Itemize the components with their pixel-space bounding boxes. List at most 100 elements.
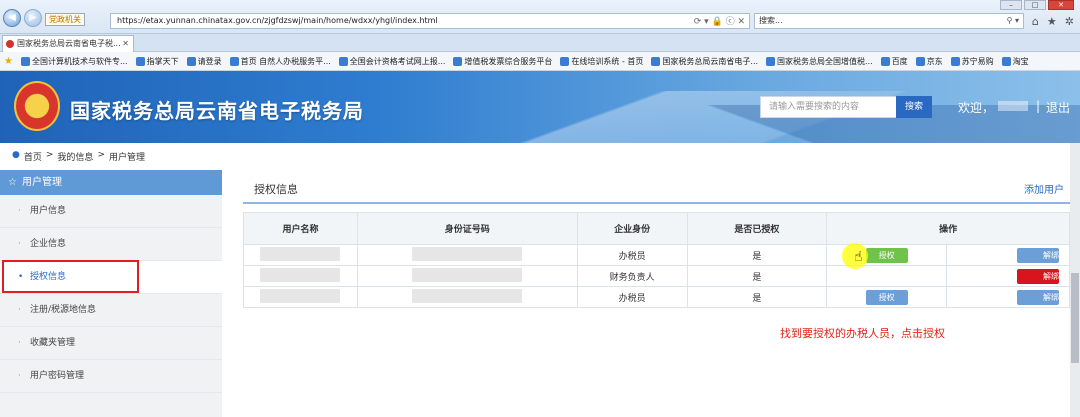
favorite-link[interactable]: 指掌天下 <box>135 56 179 67</box>
favorite-link[interactable]: 百度 <box>880 56 908 67</box>
page-scrollbar[interactable] <box>1070 143 1080 417</box>
site-icon <box>651 56 661 66</box>
scrollbar-thumb[interactable] <box>1071 273 1079 363</box>
column-header: 是否已授权 <box>686 212 828 245</box>
breadcrumb-home[interactable]: 首页 <box>24 150 42 163</box>
minimize-icon[interactable]: – <box>1000 0 1022 10</box>
sidebar-item-registration-info[interactable]: · 注册/税源地信息 <box>0 294 222 327</box>
favorite-link[interactable]: 在线培训系统 - 首页 <box>560 56 643 67</box>
site-icon <box>453 56 463 66</box>
star-icon: ☆ <box>8 177 17 188</box>
bullet-icon: · <box>18 206 21 216</box>
location-pin-icon: ● <box>12 150 20 160</box>
favorite-link[interactable]: 苏宁易购 <box>950 56 994 67</box>
tab-close-icon[interactable]: ✕ <box>122 36 129 51</box>
browser-tab-strip: 国家税务总局云南省电子税... ✕ <box>0 34 1080 52</box>
browser-tab[interactable]: 国家税务总局云南省电子税... ✕ <box>2 35 134 52</box>
authorize-button[interactable]: 授权 <box>865 247 908 263</box>
favorite-link[interactable]: 全国计算机技术与软件专... <box>20 56 128 67</box>
favorite-link[interactable]: 淘宝 <box>1001 56 1029 67</box>
column-header: 身份证号码 <box>356 212 578 245</box>
browser-search-placeholder: 搜索... <box>759 16 783 25</box>
site-icon <box>880 56 890 66</box>
redacted-name <box>260 267 341 282</box>
favorite-link[interactable]: 国家税务总局全国增值税... <box>766 56 873 67</box>
search-icon[interactable]: ⚲ ▾ <box>1007 14 1019 28</box>
id-number-cell <box>356 244 578 266</box>
tax-emblem-logo <box>14 81 60 131</box>
favorite-link[interactable]: 增值税发票综合服务平台 <box>453 56 552 67</box>
bullet-icon: · <box>18 305 21 315</box>
site-header: 国家税务总局云南省电子税务局 请输入需要搜索的内容 搜索 欢迎， | 退出 <box>0 71 1080 143</box>
action-cell <box>826 265 948 287</box>
favorites-star-icon[interactable]: ★ <box>1047 15 1057 28</box>
redacted-id <box>412 288 523 303</box>
sidebar-heading[interactable]: ☆ 用户管理 <box>0 170 222 195</box>
username-redacted <box>998 101 1028 111</box>
sidebar-item-user-info[interactable]: · 用户信息 <box>0 195 222 228</box>
back-icon[interactable]: ◀ <box>3 9 21 27</box>
maximize-icon[interactable]: □ <box>1024 0 1046 10</box>
sidebar-item-enterprise-info[interactable]: · 企业信息 <box>0 228 222 261</box>
logout-link[interactable]: 退出 <box>1046 99 1070 116</box>
user-name-cell <box>243 265 358 287</box>
instruction-annotation: 找到要授权的办税人员，点击授权 <box>780 327 945 340</box>
refresh-icon[interactable]: ⟳ ▾ 🔒 ⓒ ✕ <box>694 15 745 29</box>
settings-gear-icon[interactable]: ✲ <box>1065 15 1074 28</box>
site-icon <box>950 56 960 66</box>
breadcrumb-my-info[interactable]: 我的信息 <box>57 150 93 163</box>
breadcrumb: ● 首页 > 我的信息 > 用户管理 <box>12 150 145 163</box>
header-separator: | <box>1036 99 1041 113</box>
sidebar: ☆ 用户管理 · 用户信息 · 企业信息 • 授权信息 · 注册/税源地信息 · 收藏夹管理… <box>0 170 222 417</box>
site-icon <box>20 56 30 66</box>
favorite-link[interactable]: 京东 <box>915 56 943 67</box>
unbind-button[interactable]: 解绑 <box>1017 268 1059 284</box>
unbind-cell: 解绑 <box>946 244 1070 266</box>
favorites-star-icon[interactable]: ★ <box>4 56 13 67</box>
unbind-button[interactable]: 解绑 <box>1017 247 1059 263</box>
close-icon[interactable]: ✕ <box>1048 0 1074 10</box>
authorized-cell: 是 <box>686 244 828 266</box>
tab-title: 国家税务总局云南省电子税... <box>17 39 121 48</box>
site-icon <box>766 56 776 66</box>
site-search-input[interactable]: 请输入需要搜索的内容 <box>760 96 900 118</box>
unbind-cell: 解绑 <box>946 286 1070 308</box>
site-icon <box>915 56 925 66</box>
site-title: 国家税务总局云南省电子税务局 <box>70 99 364 123</box>
browser-search-input[interactable]: 搜索... ⚲ ▾ <box>754 13 1024 29</box>
site-search-button[interactable]: 搜索 <box>896 96 932 118</box>
bullet-icon: · <box>18 371 21 381</box>
role-cell: 办税员 <box>576 244 688 266</box>
authorized-cell: 是 <box>686 265 828 287</box>
add-user-link[interactable]: 添加用户 <box>1024 181 1064 196</box>
redacted-name <box>260 288 341 303</box>
action-cell: 授权 <box>826 286 948 308</box>
site-icon <box>560 56 570 66</box>
favorite-link[interactable]: 国家税务总局云南省电子... <box>651 56 758 67</box>
window-controls: – □ ✕ <box>1000 0 1074 10</box>
table-row: 财务负责人 是 解绑 <box>243 265 1070 287</box>
unbind-button[interactable]: 解绑 <box>1017 289 1059 305</box>
favorite-link[interactable]: 请登录 <box>186 56 222 67</box>
user-name-cell <box>243 286 358 308</box>
net-label: 党政机关 <box>45 13 85 26</box>
url-text: https://etax.yunnan.chinatax.gov.cn/zjgf… <box>117 16 438 25</box>
authorize-button[interactable]: 授权 <box>865 289 908 305</box>
favorite-link[interactable]: 首页 自然人办税服务平... <box>229 56 331 67</box>
table-row: 办税员 是 授权 解绑 <box>243 244 1070 266</box>
favorites-bar: ★ 全国计算机技术与软件专... 指掌天下 请登录 首页 自然人办税服务平...… <box>0 52 1080 71</box>
bullet-icon: · <box>18 338 21 348</box>
hand-cursor-icon: ☝ <box>854 249 863 265</box>
redacted-name <box>260 246 341 261</box>
section-title: 授权信息 <box>254 183 298 196</box>
column-header: 操作 <box>826 212 1070 245</box>
sidebar-item-favorites-management[interactable]: · 收藏夹管理 <box>0 327 222 360</box>
sidebar-item-password-management[interactable]: · 用户密码管理 <box>0 360 222 393</box>
home-icon[interactable]: ⌂ <box>1032 15 1039 28</box>
url-field[interactable]: https://etax.yunnan.chinatax.gov.cn/zjgf… <box>110 13 750 29</box>
forward-icon[interactable]: ▶ <box>24 9 42 27</box>
favorite-link[interactable]: 全国会计资格考试网上报... <box>338 56 445 67</box>
user-name-cell <box>243 244 358 266</box>
column-header: 用户名称 <box>243 212 358 245</box>
id-number-cell <box>356 265 578 287</box>
